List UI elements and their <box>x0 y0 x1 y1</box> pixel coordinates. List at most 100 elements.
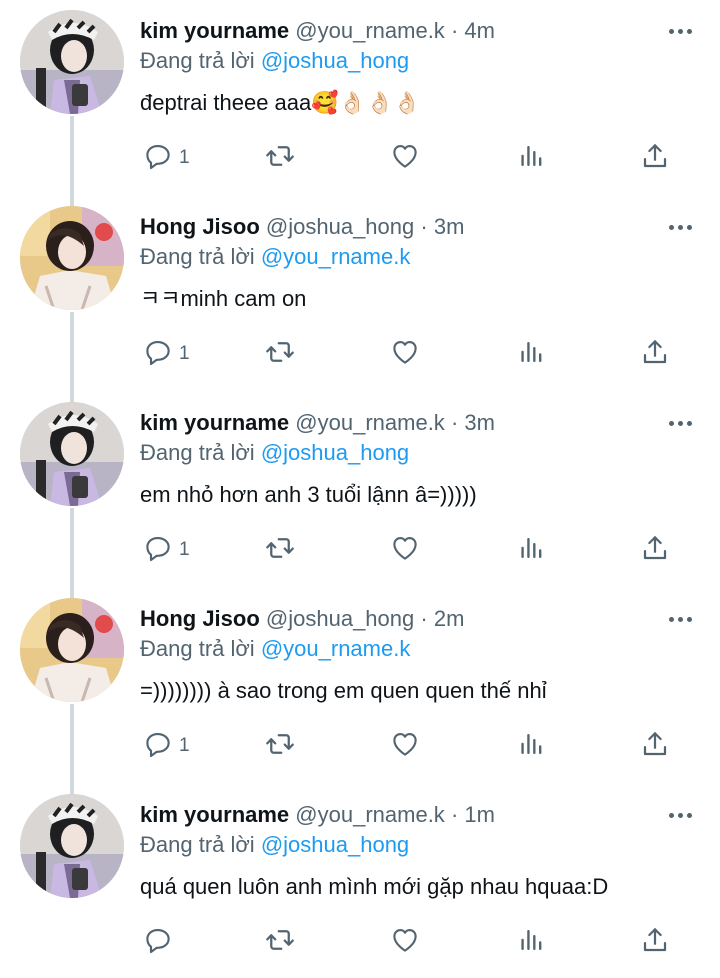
mention-link[interactable]: @joshua_hong <box>261 832 409 857</box>
reply-tweet[interactable]: Hong Jisoo @joshua_hong · 3m Đang trả lời… <box>0 196 720 392</box>
more-icon <box>668 812 674 818</box>
retweet-button[interactable] <box>265 924 295 960</box>
views-button[interactable] <box>517 924 547 960</box>
thread-connector <box>70 392 74 402</box>
share-button[interactable] <box>640 336 670 372</box>
reply-count: 1 <box>179 343 190 364</box>
retweet-icon <box>265 729 295 764</box>
share-button[interactable] <box>640 140 670 176</box>
avatar[interactable] <box>20 794 124 898</box>
user-handle[interactable]: @joshua_hong <box>266 606 414 631</box>
reply-tweet[interactable]: kim yourname @you_rname.k · 1m Đang trả l… <box>0 784 720 978</box>
thread-connector <box>70 784 74 794</box>
tweet-header: Hong Jisoo @joshua_hong · 2m <box>140 604 630 634</box>
timestamp[interactable]: 3m <box>434 214 465 239</box>
mention-link[interactable]: @you_rname.k <box>261 636 411 661</box>
share-button[interactable] <box>640 728 670 764</box>
separator-dot: · <box>450 18 459 43</box>
timestamp[interactable]: 4m <box>464 18 495 43</box>
reply-button[interactable]: 1 <box>143 140 190 176</box>
tweet-header: kim yourname @you_rname.k · 1m <box>140 800 630 830</box>
action-bar: 1 <box>0 336 720 372</box>
retweet-button[interactable] <box>265 728 295 764</box>
retweet-icon <box>265 141 295 176</box>
separator-dot: · <box>420 606 428 631</box>
replying-to-label: Đang trả lời <box>140 440 255 465</box>
views-button[interactable] <box>517 728 547 764</box>
reply-button[interactable] <box>143 924 179 960</box>
share-icon <box>640 337 670 372</box>
replying-to: Đang trả lời @joshua_hong <box>140 46 409 76</box>
tweet-header: kim yourname @you_rname.k · 3m <box>140 408 630 438</box>
user-handle[interactable]: @you_rname.k <box>295 802 445 827</box>
user-handle[interactable]: @you_rname.k <box>295 18 445 43</box>
display-name[interactable]: kim yourname <box>140 802 289 827</box>
reply-icon <box>143 141 173 176</box>
views-button[interactable] <box>517 336 547 372</box>
more-icon <box>668 420 674 426</box>
more-icon <box>668 224 674 230</box>
views-button[interactable] <box>517 140 547 176</box>
more-options-button[interactable] <box>660 18 700 44</box>
timestamp[interactable]: 3m <box>464 410 495 435</box>
display-name[interactable]: Hong Jisoo <box>140 214 260 239</box>
views-icon <box>517 925 547 960</box>
action-bar: 1 <box>0 728 720 764</box>
tweet-header: Hong Jisoo @joshua_hong · 3m <box>140 212 630 242</box>
reply-count: 1 <box>179 735 190 756</box>
views-icon <box>517 337 547 372</box>
avatar[interactable] <box>20 598 124 702</box>
display-name[interactable]: kim yourname <box>140 410 289 435</box>
reply-tweet[interactable]: kim yourname @you_rname.k · 4m Đang trả l… <box>0 0 720 196</box>
more-icon <box>668 616 674 622</box>
tweet-text: em nhỏ hơn anh 3 tuổi lậnn â=))))) <box>140 482 477 507</box>
heart-icon <box>390 729 420 764</box>
retweet-button[interactable] <box>265 140 295 176</box>
user-handle[interactable]: @joshua_hong <box>266 214 414 239</box>
avatar[interactable] <box>20 402 124 506</box>
reply-button[interactable]: 1 <box>143 532 190 568</box>
action-bar: 1 <box>0 532 720 568</box>
display-name[interactable]: kim yourname <box>140 18 289 43</box>
reply-button[interactable]: 1 <box>143 336 190 372</box>
timestamp[interactable]: 2m <box>434 606 465 631</box>
tweet-text: ㅋㅋminh cam on <box>140 286 307 311</box>
share-button[interactable] <box>640 924 670 960</box>
display-name[interactable]: Hong Jisoo <box>140 606 260 631</box>
heart-icon <box>390 533 420 568</box>
mention-link[interactable]: @you_rname.k <box>261 244 411 269</box>
timestamp[interactable]: 1m <box>464 802 495 827</box>
reply-count: 1 <box>179 147 190 168</box>
like-button[interactable] <box>390 532 420 568</box>
reply-icon <box>143 925 173 960</box>
avatar[interactable] <box>20 206 124 310</box>
avatar[interactable] <box>20 10 124 114</box>
more-options-button[interactable] <box>660 606 700 632</box>
mention-link[interactable]: @joshua_hong <box>261 440 409 465</box>
views-button[interactable] <box>517 532 547 568</box>
more-options-button[interactable] <box>660 214 700 240</box>
thread-connector <box>70 588 74 598</box>
more-options-button[interactable] <box>660 410 700 436</box>
reply-tweet[interactable]: kim yourname @you_rname.k · 3m Đang trả l… <box>0 392 720 588</box>
replying-to: Đang trả lời @you_rname.k <box>140 634 410 664</box>
mention-link[interactable]: @joshua_hong <box>261 48 409 73</box>
retweet-button[interactable] <box>265 336 295 372</box>
heart-icon <box>390 925 420 960</box>
share-icon <box>640 141 670 176</box>
heart-icon <box>390 141 420 176</box>
like-button[interactable] <box>390 336 420 372</box>
replying-to: Đang trả lời @you_rname.k <box>140 242 410 272</box>
reply-icon <box>143 533 173 568</box>
share-button[interactable] <box>640 532 670 568</box>
reply-tweet[interactable]: Hong Jisoo @joshua_hong · 2m Đang trả lời… <box>0 588 720 784</box>
user-handle[interactable]: @you_rname.k <box>295 410 445 435</box>
retweet-icon <box>265 925 295 960</box>
like-button[interactable] <box>390 728 420 764</box>
more-options-button[interactable] <box>660 802 700 828</box>
retweet-button[interactable] <box>265 532 295 568</box>
reply-button[interactable]: 1 <box>143 728 190 764</box>
like-button[interactable] <box>390 140 420 176</box>
retweet-icon <box>265 533 295 568</box>
like-button[interactable] <box>390 924 420 960</box>
